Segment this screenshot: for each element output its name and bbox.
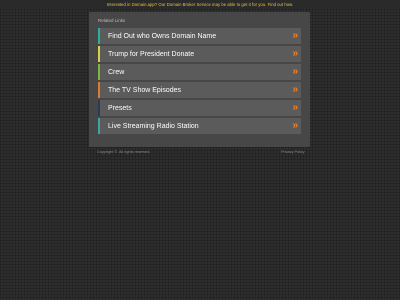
link-accent-bar — [98, 82, 100, 98]
link-accent-bar — [98, 64, 100, 80]
related-links-list: Find Out who Owns Domain Name » Trump fo… — [98, 28, 301, 136]
link-label: Find Out who Owns Domain Name — [108, 32, 217, 40]
double-chevron-right-icon: » — [292, 47, 298, 59]
double-chevron-right-icon: » — [292, 29, 298, 41]
related-link-presets[interactable]: Presets » — [98, 100, 301, 116]
link-label: The TV Show Episodes — [108, 86, 182, 94]
link-label: Presets — [108, 104, 132, 112]
broker-banner-link[interactable]: Interested in Domain.app? Our Domain Bro… — [107, 2, 293, 7]
copyright-text: Copyright ©. All rights reserved. — [97, 150, 151, 154]
link-label: Crew — [108, 68, 125, 76]
link-accent-bar — [98, 46, 100, 62]
double-chevron-right-icon: » — [292, 101, 298, 113]
top-banner: Interested in Domain.app? Our Domain Bro… — [0, 0, 400, 8]
related-links-heading: Related Links — [98, 18, 126, 23]
link-label: Trump for President Donate — [108, 50, 195, 58]
related-link-tv-show-episodes[interactable]: The TV Show Episodes » — [98, 82, 301, 98]
double-chevron-right-icon: » — [292, 83, 298, 95]
link-accent-bar — [98, 100, 100, 116]
related-links-panel: Related Links Find Out who Owns Domain N… — [89, 12, 310, 147]
privacy-policy-link[interactable]: Privacy Policy — [281, 150, 305, 154]
related-link-trump-donate[interactable]: Trump for President Donate » — [98, 46, 301, 62]
link-accent-bar — [98, 28, 100, 44]
link-label: Live Streaming Radio Station — [108, 122, 199, 130]
related-link-live-streaming-radio[interactable]: Live Streaming Radio Station » — [98, 118, 301, 134]
link-accent-bar — [98, 118, 100, 134]
related-link-crew[interactable]: Crew » — [98, 64, 301, 80]
double-chevron-right-icon: » — [292, 65, 298, 77]
double-chevron-right-icon: » — [292, 119, 298, 131]
related-link-find-out-who-owns[interactable]: Find Out who Owns Domain Name » — [98, 28, 301, 44]
